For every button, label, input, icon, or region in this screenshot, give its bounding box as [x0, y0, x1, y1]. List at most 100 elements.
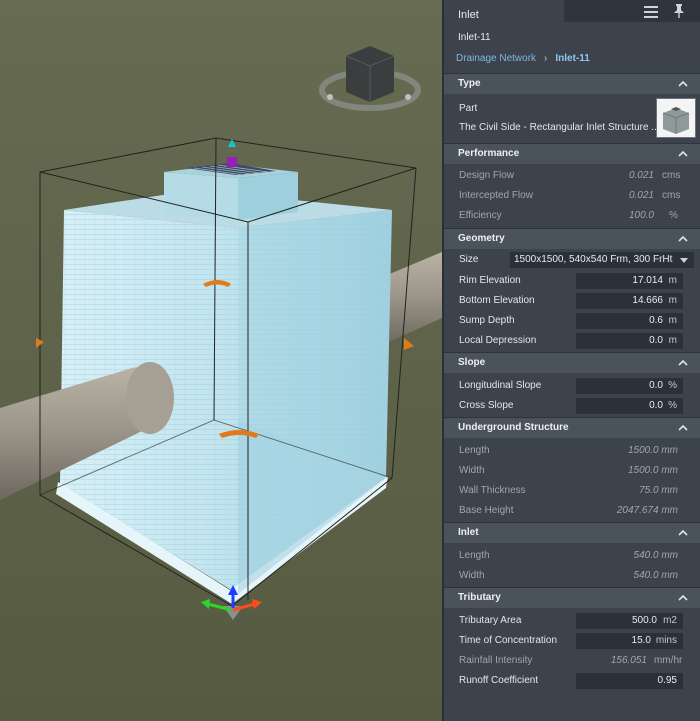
design-flow-value: 0.021 — [628, 170, 654, 181]
size-select-value: 1500x1500, 540x540 Frm, 300 FrHt — [514, 254, 673, 265]
us-length-row: Length 1500.0 mm — [444, 441, 700, 461]
longitudinal-slope-unit: % — [668, 380, 677, 391]
section-type-label: Type — [458, 78, 481, 89]
design-flow-unit: cms — [662, 170, 681, 181]
us-base-height-label: Base Height — [459, 505, 514, 516]
longitudinal-slope-value: 0.0 — [649, 380, 663, 391]
design-flow-row: Design Flow 0.021 cms — [444, 166, 700, 186]
properties-panel: Inlet Inlet-11 Drainage Network › Inlet-11… — [442, 0, 700, 721]
cross-slope-value: 0.0 — [649, 400, 663, 411]
local-depression-label: Local Depression — [459, 335, 537, 346]
intercepted-flow-row: Intercepted Flow 0.021 cms — [444, 186, 700, 206]
sump-depth-row: Sump Depth 0.6 m — [444, 311, 700, 331]
section-performance[interactable]: Performance — [444, 143, 700, 164]
breadcrumb-separator: › — [544, 53, 548, 64]
us-wall-thickness-label: Wall Thickness — [459, 485, 526, 496]
breadcrumb: Drainage Network › Inlet-11 — [456, 53, 590, 64]
longitudinal-slope-input[interactable]: 0.0 % — [576, 378, 683, 394]
rainfall-intensity-unit: mm/hr — [654, 655, 683, 666]
intercepted-flow-label: Intercepted Flow — [459, 190, 533, 201]
inlet-width-row: Width 540.0 mm — [444, 566, 700, 586]
us-wall-thickness-row: Wall Thickness 75.0 mm — [444, 481, 700, 501]
runoff-coefficient-input[interactable]: 0.95 — [576, 673, 683, 689]
tributary-area-label: Tributary Area — [459, 615, 522, 626]
rim-elevation-input[interactable]: 17.014 m — [576, 273, 683, 289]
cross-slope-label: Cross Slope — [459, 400, 514, 411]
menu-icon[interactable] — [644, 6, 658, 18]
efficiency-unit: % — [669, 210, 678, 221]
sump-depth-unit: m — [668, 315, 677, 326]
section-inlet[interactable]: Inlet — [444, 522, 700, 543]
tributary-area-input[interactable]: 500.0 m2 — [576, 613, 683, 629]
part-label: Part — [459, 103, 478, 114]
runoff-coefficient-row: Runoff Coefficient 0.95 — [444, 671, 700, 691]
rainfall-intensity-label: Rainfall Intensity — [459, 655, 533, 666]
chevron-up-icon — [678, 529, 688, 536]
bottom-elevation-row: Bottom Elevation 14.666 m — [444, 291, 700, 311]
breadcrumb-current[interactable]: Inlet-11 — [555, 53, 589, 64]
inlet-frame-front — [164, 172, 238, 220]
inlet-width-label: Width — [459, 570, 485, 581]
us-base-height-value: 2047.674 mm — [616, 505, 678, 516]
us-wall-thickness-value: 75.0 mm — [639, 485, 678, 496]
section-inlet-label: Inlet — [458, 527, 479, 538]
tributary-area-value: 500.0 — [631, 615, 657, 626]
tributary-area-unit: m2 — [663, 615, 677, 626]
design-flow-label: Design Flow — [459, 170, 515, 181]
section-type[interactable]: Type — [444, 73, 700, 94]
inlet-length-label: Length — [459, 550, 490, 561]
toc-input[interactable]: 15.0 mins — [576, 633, 683, 649]
us-width-row: Width 1500.0 mm — [444, 461, 700, 481]
chevron-up-icon — [678, 594, 688, 601]
us-base-height-row: Base Height 2047.674 mm — [444, 501, 700, 521]
size-select[interactable]: 1500x1500, 540x540 Frm, 300 FrHt — [510, 252, 694, 268]
chevron-up-icon — [678, 359, 688, 366]
us-length-value: 1500.0 mm — [627, 445, 678, 456]
inlet-length-value: 540.0 mm — [633, 550, 678, 561]
section-geometry[interactable]: Geometry — [444, 228, 700, 249]
us-width-label: Width — [459, 465, 485, 476]
inlet-length-row: Length 540.0 mm — [444, 546, 700, 566]
toc-label: Time of Concentration — [459, 635, 558, 646]
rim-elevation-value: 17.014 — [632, 275, 663, 286]
section-tributary[interactable]: Tributary — [444, 587, 700, 608]
sump-depth-input[interactable]: 0.6 m — [576, 313, 683, 329]
inlet-structure-thumbnail-icon — [662, 107, 690, 134]
bottom-elevation-unit: m — [668, 295, 677, 306]
intercepted-flow-unit: cms — [662, 190, 681, 201]
bottom-elevation-label: Bottom Elevation — [459, 295, 535, 306]
cross-slope-input[interactable]: 0.0 % — [576, 398, 683, 414]
dropdown-arrow-icon — [680, 258, 688, 263]
local-depression-row: Local Depression 0.0 m — [444, 331, 700, 351]
rainfall-intensity-value: 156.051 — [610, 655, 647, 666]
section-underground-structure[interactable]: Underground Structure — [444, 417, 700, 438]
vertical-grip-icon — [227, 139, 237, 167]
3d-viewport[interactable] — [0, 0, 442, 721]
rim-elevation-row: Rim Elevation 17.014 m — [444, 271, 700, 291]
cross-slope-unit: % — [668, 400, 677, 411]
viewport-scene — [0, 46, 442, 620]
local-depression-unit: m — [668, 335, 677, 346]
efficiency-row: Efficiency 100.0 % — [444, 206, 700, 226]
chevron-up-icon — [678, 424, 688, 431]
bottom-elevation-input[interactable]: 14.666 m — [576, 293, 683, 309]
sump-depth-value: 0.6 — [649, 315, 663, 326]
toc-row: Time of Concentration 15.0 mins — [444, 631, 700, 651]
size-row: Size 1500x1500, 540x540 Frm, 300 FrHt — [444, 250, 700, 270]
part-thumbnail[interactable] — [656, 98, 696, 138]
local-depression-input[interactable]: 0.0 m — [576, 333, 683, 349]
tributary-area-row: Tributary Area 500.0 m2 — [444, 611, 700, 631]
section-geometry-label: Geometry — [458, 233, 505, 244]
pin-icon[interactable] — [672, 3, 686, 19]
section-tributary-label: Tributary — [458, 592, 501, 603]
intercepted-flow-value: 0.021 — [628, 190, 654, 201]
chevron-up-icon — [678, 150, 688, 157]
us-length-label: Length — [459, 445, 490, 456]
bottom-elevation-value: 14.666 — [632, 295, 663, 306]
tab-inlet[interactable]: Inlet — [444, 0, 564, 28]
section-slope-label: Slope — [458, 357, 486, 368]
breadcrumb-parent[interactable]: Drainage Network — [456, 53, 536, 64]
us-width-value: 1500.0 mm — [627, 465, 678, 476]
section-slope[interactable]: Slope — [444, 352, 700, 373]
efficiency-label: Efficiency — [459, 210, 502, 221]
